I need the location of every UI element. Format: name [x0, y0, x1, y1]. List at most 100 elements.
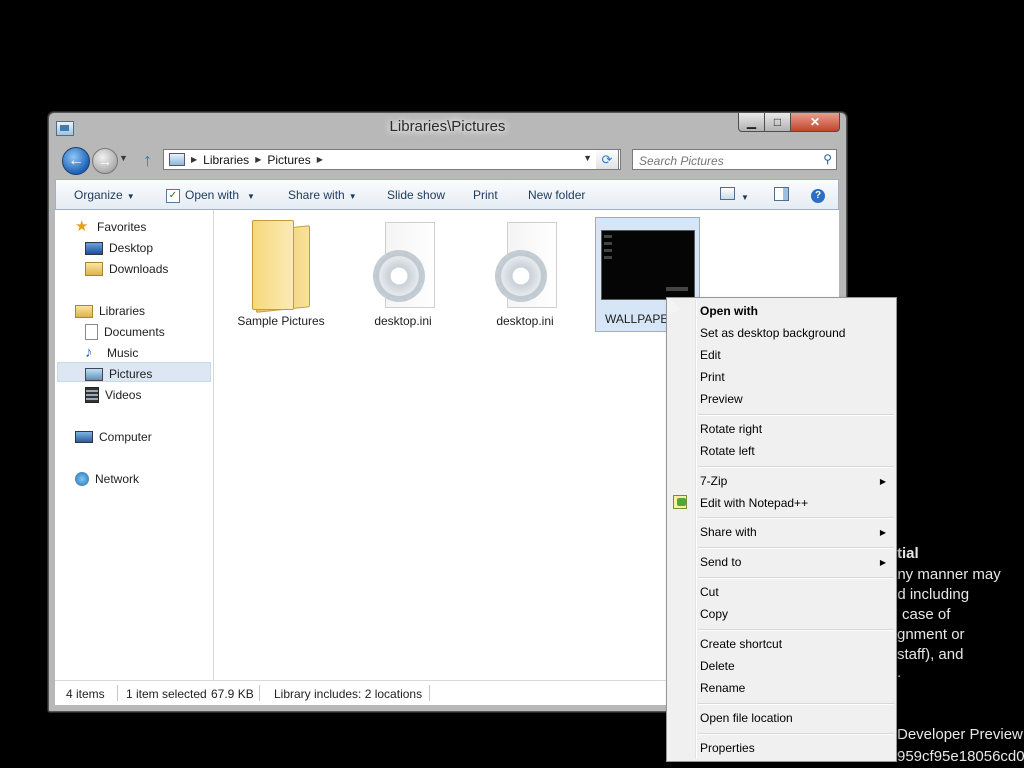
- background-text: staff), and: [897, 646, 964, 663]
- nav-videos[interactable]: Videos: [85, 385, 141, 405]
- open-with-button[interactable]: Open with ▼: [185, 188, 255, 202]
- print-button[interactable]: Print: [473, 188, 498, 202]
- context-menu: Open with Set as desktop background Edit…: [666, 297, 897, 762]
- menu-item-send-to[interactable]: Send to: [700, 555, 741, 569]
- nav-downloads[interactable]: Downloads: [85, 259, 168, 279]
- notepadpp-icon: [673, 495, 687, 509]
- menu-item-rename[interactable]: Rename: [700, 681, 745, 695]
- file-item[interactable]: Sample Pictures: [236, 220, 326, 328]
- nav-documents-label: Documents: [104, 325, 165, 339]
- refresh-button[interactable]: ⟳: [596, 149, 619, 170]
- organize-button[interactable]: Organize ▼: [74, 188, 135, 202]
- refresh-icon: ⟳: [601, 151, 613, 167]
- item-count: 4 items: [66, 687, 105, 701]
- file-name: Sample Pictures: [237, 314, 325, 328]
- breadcrumb-libraries[interactable]: Libraries: [203, 153, 249, 167]
- file-item[interactable]: desktop.ini: [480, 220, 570, 328]
- desktop-icon: [85, 241, 103, 255]
- title-bar[interactable]: Libraries\Pictures ▁ □ ✕: [49, 113, 846, 143]
- nav-documents[interactable]: Documents: [85, 322, 165, 342]
- menu-separator: [698, 547, 894, 549]
- share-with-button[interactable]: Share with ▼: [288, 188, 357, 202]
- command-bar: Organize ▼ ✓ Open with ▼ Share with ▼ Slide…: [55, 179, 839, 210]
- chevron-down-icon: ▼: [247, 192, 255, 201]
- menu-item-copy[interactable]: Copy: [700, 607, 728, 621]
- search-icon[interactable]: ⚲: [823, 152, 832, 166]
- menu-item-properties[interactable]: Properties: [700, 741, 755, 755]
- nav-pictures[interactable]: Pictures: [85, 364, 152, 384]
- menu-item-delete[interactable]: Delete: [700, 659, 735, 673]
- menu-separator: [698, 414, 894, 416]
- pictures-icon: [85, 367, 103, 381]
- view-options-button[interactable]: ▼: [720, 187, 749, 203]
- nav-videos-label: Videos: [105, 388, 142, 402]
- menu-item-edit-with-notepadpp[interactable]: Edit with Notepad++: [700, 496, 808, 510]
- menu-item-rotate-left[interactable]: Rotate left: [700, 444, 755, 458]
- nav-network[interactable]: Network: [75, 469, 139, 489]
- menu-item-7zip[interactable]: 7-Zip: [700, 474, 727, 488]
- forward-button[interactable]: →: [92, 148, 118, 174]
- help-button[interactable]: ?: [811, 187, 825, 203]
- nav-libraries[interactable]: Libraries: [75, 301, 145, 321]
- maximize-button[interactable]: □: [765, 113, 791, 132]
- preview-pane-button[interactable]: [774, 187, 789, 204]
- breadcrumb-separator[interactable]: ▶: [255, 155, 261, 164]
- breadcrumb-separator[interactable]: ▶: [191, 155, 197, 164]
- menu-item-set-desktop-background[interactable]: Set as desktop background: [700, 326, 845, 340]
- up-button[interactable]: ↑: [143, 150, 152, 171]
- recent-pages-dropdown[interactable]: ▼: [119, 153, 128, 163]
- nav-network-label: Network: [95, 472, 140, 486]
- background-text: any manner may: [889, 566, 1001, 583]
- selection-count: 1 item selected: [126, 687, 207, 701]
- menu-item-rotate-right[interactable]: Rotate right: [700, 422, 762, 436]
- nav-favorites[interactable]: ★ Favorites: [75, 217, 146, 237]
- nav-desktop-label: Desktop: [109, 241, 154, 255]
- file-item[interactable]: desktop.ini: [358, 220, 448, 328]
- search-input[interactable]: [633, 150, 821, 171]
- menu-separator: [698, 517, 894, 519]
- window-title: Libraries\Pictures: [389, 118, 506, 135]
- divider: [429, 685, 430, 701]
- settings-file-icon: [371, 220, 435, 310]
- menu-item-edit[interactable]: Edit: [700, 348, 721, 362]
- menu-item-cut[interactable]: Cut: [700, 585, 719, 599]
- chevron-down-icon: ▼: [348, 192, 357, 201]
- back-button[interactable]: ←: [62, 147, 90, 175]
- nav-music[interactable]: ♪ Music: [85, 343, 138, 363]
- slide-show-button[interactable]: Slide show: [387, 188, 445, 202]
- share-with-label: Share with: [288, 188, 345, 202]
- address-bar[interactable]: ▶ Libraries ▶ Pictures ▶ ▼: [163, 149, 621, 170]
- submenu-arrow-icon: ▶: [879, 528, 886, 537]
- file-name: desktop.ini: [374, 314, 432, 328]
- submenu-arrow-icon: ▶: [879, 558, 886, 567]
- menu-item-open-with[interactable]: Open with: [700, 304, 758, 318]
- menu-separator: [698, 629, 894, 631]
- menu-item-preview[interactable]: Preview: [700, 392, 743, 406]
- menu-item-share-with[interactable]: Share with: [700, 525, 757, 539]
- menu-item-print[interactable]: Print: [700, 370, 725, 384]
- nav-computer[interactable]: Computer: [75, 427, 152, 447]
- menu-item-create-shortcut[interactable]: Create shortcut: [700, 637, 782, 651]
- arrow-right-icon: →: [98, 153, 112, 169]
- computer-icon: [75, 431, 93, 443]
- nav-desktop[interactable]: Desktop: [85, 238, 153, 258]
- library-locations-link[interactable]: Library includes: 2 locations: [274, 687, 422, 701]
- divider: [117, 685, 118, 701]
- close-button[interactable]: ✕: [791, 113, 840, 132]
- arrow-up-icon: ↑: [143, 150, 152, 170]
- minimize-button[interactable]: ▁: [738, 113, 765, 132]
- nav-pictures-label: Pictures: [109, 367, 153, 381]
- background-text: case of: [902, 606, 951, 623]
- submenu-arrow-icon: ▶: [879, 477, 886, 486]
- file-name: desktop.ini: [496, 314, 554, 328]
- breadcrumb-pictures[interactable]: Pictures: [267, 153, 310, 167]
- menu-gutter: [695, 300, 697, 759]
- menu-item-open-file-location[interactable]: Open file location: [700, 711, 793, 725]
- folder-icon: [252, 220, 310, 313]
- breadcrumb-separator[interactable]: ▶: [317, 155, 323, 164]
- libraries-icon: [75, 304, 93, 318]
- address-history-dropdown[interactable]: ▼: [583, 153, 592, 163]
- downloads-icon: [85, 262, 103, 276]
- chevron-down-icon: ▼: [741, 193, 749, 202]
- new-folder-button[interactable]: New folder: [528, 188, 585, 202]
